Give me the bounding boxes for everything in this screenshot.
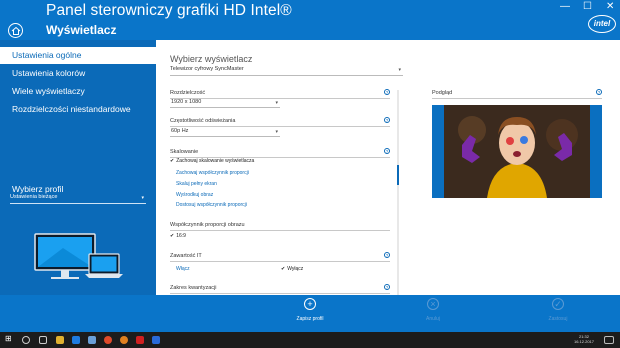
aspect-label-text: Współczynnik proporcji obrazu [170,222,245,228]
chevron-down-icon: ▾ [275,129,278,135]
it-content-on[interactable]: Włącz [176,266,190,272]
sidebar-item-multiple-displays[interactable]: Wiele wyświetlaczy [0,83,156,100]
save-profile-label: Zapisz profil [296,316,324,322]
display-illustration [34,233,123,279]
sidebar: Ustawienia ogólne Ustawienia kolorów Wie… [0,40,156,295]
windows-start-icon[interactable]: ⊞ [5,334,13,343]
quantization-label: Zakres kwantyzacji ? [170,284,390,294]
preview-label-text: Podgląd [432,90,453,96]
profile-value: Ustawienia bieżące [10,194,58,200]
scaling-option-full-screen[interactable]: Skaluj pełny ekran [176,181,217,187]
preview-photo [432,105,602,198]
resolution-label: Rozdzielczość ? [170,89,390,99]
cancel-label: Anuluj [426,316,440,322]
taskbar: ⊞ 21:32 16.12.2017 [0,332,620,348]
clock-date: 16.12.2017 [573,339,594,344]
maximize-button[interactable]: ☐ [583,1,592,12]
file-explorer-icon[interactable] [56,336,64,344]
select-display-title: Wybierz wyświetlacz [170,54,253,64]
sidebar-item-color[interactable]: Ustawienia kolorów [0,65,156,82]
chevron-down-icon: ▾ [275,100,278,106]
sidebar-item-custom-resolutions[interactable]: Rozdzielczości niestandardowe [0,101,156,118]
cancel-button[interactable]: × Anuluj [403,298,463,322]
display-value: Telewizor cyfrowy SyncMaster [170,66,244,72]
it-content-label: Zawartość IT ? [170,252,390,262]
chevron-down-icon: ▾ [398,67,401,73]
check-icon: ✓ [552,298,564,310]
quant-label-text: Zakres kwantyzacji [170,285,217,291]
preview-image [432,105,602,198]
intel-app-icon[interactable] [152,336,160,344]
app-icon[interactable] [136,336,144,344]
title-bar: Panel sterowniczy grafiki HD Intel® Wyśw… [0,0,620,40]
home-icon [11,26,21,35]
minimize-button[interactable]: — [560,1,570,12]
task-view-icon[interactable] [39,336,47,344]
action-bar: + Zapisz profil × Anuluj ✓ Zastosuj [0,295,620,332]
chrome-icon[interactable] [104,336,112,344]
info-icon[interactable]: ? [596,89,602,95]
home-button[interactable] [8,23,23,38]
scaling-option-custom-aspect[interactable]: Dostosuj współczynnik proporcji [176,202,247,208]
store-icon[interactable] [88,336,96,344]
firefox-icon[interactable] [120,336,128,344]
intel-logo: intel [588,15,616,33]
refresh-rate-label: Częstotliwość odświeżania ? [170,117,390,127]
display-select[interactable]: Telewizor cyfrowy SyncMaster ▾ [170,66,403,76]
scaling-option-center[interactable]: Wyśrodkuj obraz [176,192,213,198]
profile-select[interactable]: Ustawienia bieżące ▾ [10,194,146,204]
info-icon[interactable]: ? [384,117,390,123]
plus-icon: + [304,298,316,310]
search-icon[interactable] [22,336,30,344]
notifications-icon[interactable] [604,336,614,344]
profile-label: Wybierz profil [12,184,64,194]
app-title: Panel sterowniczy grafiki HD Intel® [46,2,292,19]
preview-label: Podgląd ? [432,89,602,99]
sidebar-item-general[interactable]: Ustawienia ogólne [0,47,156,64]
it-content-off[interactable]: Wyłącz [281,266,303,272]
chevron-down-icon: ▾ [141,195,144,201]
info-icon[interactable]: ? [384,89,390,95]
apply-button[interactable]: ✓ Zastosuj [528,298,588,322]
resolution-value: 1920 x 1080 [171,99,202,105]
refresh-label-text: Częstotliwość odświeżania [170,118,236,124]
refresh-value: 60p Hz [171,128,189,134]
scaling-option-maintain-aspect[interactable]: Zachowaj współczynnik proporcji [176,170,249,176]
close-icon: × [427,298,439,310]
scaling-option-maintain-display[interactable]: Zachowaj skalowanie wyświetlacza [170,158,254,164]
save-profile-button[interactable]: + Zapisz profil [280,298,340,322]
scaling-label: Skalowanie ? [170,148,390,158]
scrollbar-track[interactable] [397,90,399,295]
main-panel: Wybierz wyświetlacz Telewizor cyfrowy Sy… [156,40,620,295]
resolution-select[interactable]: 1920 x 1080 ▾ [170,99,280,108]
resolution-label-text: Rozdzielczość [170,90,206,96]
info-icon[interactable]: ? [384,252,390,258]
it-label-text: Zawartość IT [170,253,202,259]
scrollbar-thumb[interactable] [397,165,399,185]
taskbar-clock[interactable]: 21:32 16.12.2017 [574,334,594,344]
aspect-ratio-label: Współczynnik proporcji obrazu [170,222,390,231]
page-title: Wyświetlacz [46,23,117,37]
close-button[interactable]: ✕ [606,1,614,12]
refresh-rate-select[interactable]: 60p Hz ▾ [170,128,280,137]
info-icon[interactable]: ? [384,284,390,290]
edge-icon[interactable] [72,336,80,344]
aspect-ratio-value[interactable]: 16:9 [170,233,186,239]
apply-label: Zastosuj [548,316,568,322]
info-icon[interactable]: ? [384,148,390,154]
scaling-label-text: Skalowanie [170,149,199,155]
